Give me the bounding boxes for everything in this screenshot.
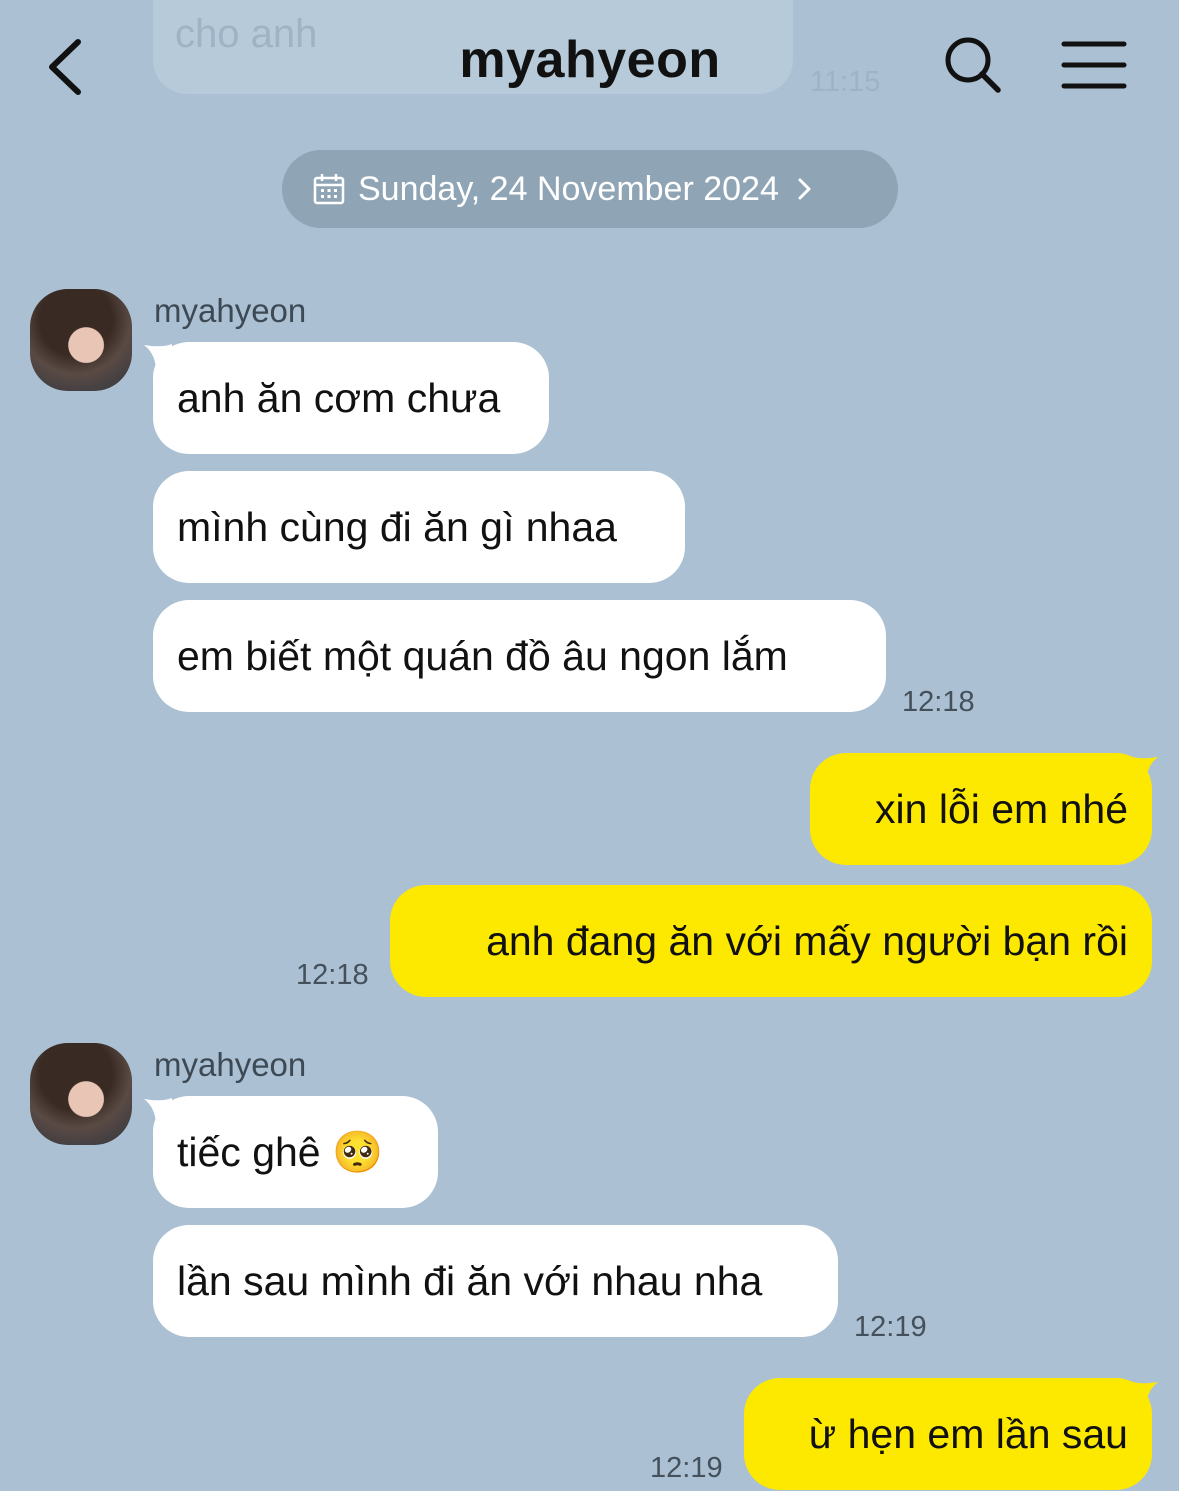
message-text: xin lỗi em nhé <box>875 785 1128 832</box>
message-bubble[interactable]: tiếc ghê 🥺 <box>153 1096 438 1208</box>
message-bubble[interactable]: em biết một quán đồ âu ngon lắm <box>153 600 886 712</box>
message-text: ừ hẹn em lần sau <box>808 1410 1128 1457</box>
menu-button[interactable] <box>1060 36 1130 96</box>
back-arrow-icon <box>49 39 81 95</box>
chat-title: myahyeon <box>459 31 721 89</box>
message-bubble[interactable]: ừ hẹn em lần sau <box>744 1378 1152 1490</box>
date-divider[interactable]: Sunday, 24 November 2024 <box>282 150 898 228</box>
chevron-right-icon <box>798 178 811 200</box>
menu-icon <box>1061 41 1127 89</box>
avatar[interactable] <box>30 289 132 391</box>
message-text: anh ăn cơm chưa <box>177 374 501 421</box>
message-bubble[interactable]: anh ăn cơm chưa <box>153 342 549 454</box>
message-text: tiếc ghê 🥺 <box>177 1128 384 1175</box>
message-time: 12:18 <box>902 686 975 718</box>
avatar[interactable] <box>30 1043 132 1145</box>
message-time: 12:18 <box>296 959 369 991</box>
message-bubble[interactable]: xin lỗi em nhé <box>810 753 1152 865</box>
message-text: lần sau mình đi ăn với nhau nha <box>177 1257 763 1304</box>
message-time: 12:19 <box>650 1452 723 1484</box>
message-bubble[interactable]: anh đang ăn với mấy người bạn rồi <box>390 885 1152 997</box>
message-bubble[interactable]: mình cùng đi ăn gì nhaa <box>153 471 685 583</box>
date-label: Sunday, 24 November 2024 <box>358 169 779 208</box>
calendar-icon <box>313 174 345 205</box>
message-text: mình cùng đi ăn gì nhaa <box>177 503 617 550</box>
message-bubble[interactable]: lần sau mình đi ăn với nhau nha <box>153 1225 838 1337</box>
search-icon <box>945 37 1001 93</box>
message-text: anh đang ăn với mấy người bạn rồi <box>486 917 1128 964</box>
previous-message-time: 11:15 <box>810 66 881 98</box>
sender-name: myahyeon <box>154 292 307 329</box>
sender-name: myahyeon <box>154 1046 307 1083</box>
back-button[interactable] <box>38 30 98 100</box>
search-button[interactable] <box>940 32 1006 98</box>
message-text: em biết một quán đồ âu ngon lắm <box>177 632 788 679</box>
message-time: 12:19 <box>854 1311 927 1343</box>
